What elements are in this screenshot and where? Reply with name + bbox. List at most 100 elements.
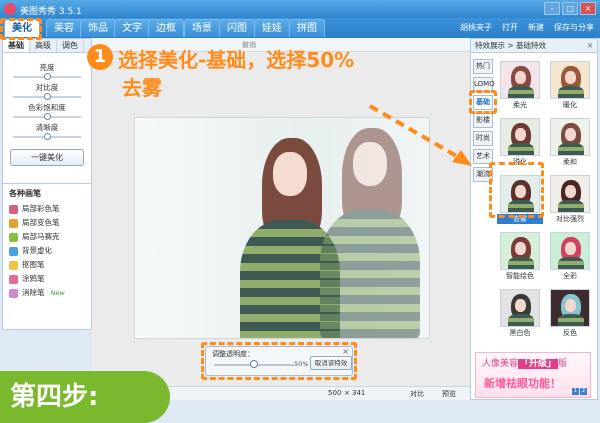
tab-changjing[interactable]: 场景 [184,19,220,37]
promo-page-2[interactable]: 2 [580,388,587,395]
annotation-arrow [368,104,472,166]
effect-thumb-7[interactable]: 全彩 [547,232,593,280]
promo-title: 人像美容 「升级」版 [482,359,568,369]
promo-page-1[interactable]: 1 [572,388,579,395]
compare-button[interactable]: 对比 [410,389,424,399]
open-button[interactable]: 打开 [502,21,518,35]
close-button[interactable]: × [580,2,596,15]
tab-wenzi[interactable]: 文字 [114,19,150,37]
one-click-beautify-button[interactable]: 一键美化 [10,149,84,166]
contrast-knob[interactable] [44,93,51,100]
effect-thumb-8[interactable]: 黑白色 [497,289,543,337]
pen-eraser[interactable]: 消除笔 New [9,286,85,300]
effect-label: 暖化 [563,101,577,109]
contrast-slider[interactable]: 对比度 [9,83,85,103]
pen-local-recolor[interactable]: 局部变色笔 [9,216,85,230]
annotation-transparency-highlight [201,342,357,380]
promo-banner[interactable]: 人像美容 「升级」版 新增祛眼功能！ 1 2 [475,352,591,398]
tab-biankuang[interactable]: 边框 [148,19,184,37]
brush-icon [9,218,18,228]
brightness-knob[interactable] [44,73,51,80]
effect-thumb-3[interactable]: 柔和 [547,118,593,166]
image-width: 500 [328,389,342,397]
effect-preview [550,61,590,99]
effect-preview [500,289,540,327]
category-hot[interactable]: 热门 [473,59,493,74]
step-number-badge: 1 [87,44,113,70]
close-icon[interactable]: × [587,39,593,53]
tab-pintu[interactable]: 拼图 [289,19,325,37]
tab-shipin[interactable]: 饰品 [80,19,116,37]
pen-background-blur[interactable]: 背景虚化 [9,244,85,258]
effect-thumb-0[interactable]: 柔光 [497,61,543,109]
effect-preview [550,118,590,156]
brightness-label: 亮度 [39,63,55,72]
saturation-knob[interactable] [44,113,51,120]
user-name[interactable]: 胡桃夹子 [460,21,492,35]
pen-doodle[interactable]: 涂鸦笔 [9,272,85,286]
subtab-color[interactable]: 调色 [57,39,84,52]
size-sep: × [344,389,350,397]
preview-button[interactable]: 预览 [442,389,456,399]
pen-mosaic[interactable]: 局部马赛克 [9,230,85,244]
effect-label: 对比强烈 [556,215,584,223]
maximize-button[interactable]: □ [562,2,578,15]
step-banner: 第四步: [0,371,170,423]
tab-meirong[interactable]: 美容 [46,19,82,37]
sharpness-knob[interactable] [44,133,51,140]
tab-wawa[interactable]: 娃娃 [254,19,290,37]
app-logo-icon [4,3,16,15]
save-share-button[interactable]: 保存与分享 [554,21,594,35]
effect-preview [500,118,540,156]
effect-label: 黑白色 [509,329,531,337]
pens-title: 各种画笔 [9,189,41,198]
effect-preview [550,232,590,270]
brush-icon [9,204,18,214]
effect-label: 柔光 [513,101,527,109]
sharpness-slider[interactable]: 清晰度 [9,123,85,143]
effect-label: 反色 [563,329,577,337]
effects-header: 特效展示 > 基础特效 × [471,39,597,53]
main-menu-bar: 美化 美容 饰品 文字 边框 场景 闪图 娃娃 拼图 胡桃夹子 打开 新建 保存… [0,18,600,38]
sharpness-label: 清晰度 [35,123,59,132]
minimize-button[interactable]: - [544,2,560,15]
annotation-thumb-highlight [489,162,544,218]
title-bar: 美图秀秀 3.5.1 - □ × [0,0,600,18]
subtab-basic[interactable]: 基础 [3,39,30,52]
promo-subtitle: 新增祛眼功能！ [484,377,561,390]
mosaic-icon [9,232,18,242]
subtab-advanced[interactable]: 高级 [30,39,57,52]
window-title: 美图秀秀 3.5.1 [20,7,82,17]
effect-thumb-9[interactable]: 反色 [547,289,593,337]
effect-preview [500,61,540,99]
effect-preview [550,175,590,213]
contrast-label: 对比度 [35,83,59,92]
new-badge: New [50,289,65,297]
tab-shantu[interactable]: 闪图 [219,19,255,37]
effect-preview [550,289,590,327]
effect-thumb-6[interactable]: 智能绘色 [497,232,543,280]
saturation-label: 色彩饱和度 [28,103,66,112]
window-controls: - □ × [544,2,596,15]
menu-right-actions: 胡桃夹子 打开 新建 保存与分享 [460,21,594,35]
pen-local-color[interactable]: 局部彩色笔 [9,202,85,216]
new-button[interactable]: 新建 [528,21,544,35]
effect-label: 柔和 [563,158,577,166]
pens-panel: 各种画笔 局部彩色笔 局部变色笔 局部马赛克 背景虚化 抠图笔 涂鸦笔 消除笔 N… [2,183,92,330]
effect-thumb-2[interactable]: 锐化 [497,118,543,166]
saturation-slider[interactable]: 色彩饱和度 [9,103,85,123]
image-height: 341 [352,389,366,397]
annotation-tab-highlight [0,18,42,40]
effect-thumb-5[interactable]: 对比强烈 [547,175,593,223]
brightness-slider[interactable]: 亮度 [9,63,85,83]
effect-thumb-1[interactable]: 暖化 [547,61,593,109]
pen-cutout[interactable]: 抠图笔 [9,258,85,272]
blur-icon [9,246,18,256]
effect-label: 全彩 [563,272,577,280]
effect-label: 智能绘色 [506,272,534,280]
scissors-icon [9,260,18,270]
adjust-subtabs: 基础 高级 调色 [3,39,91,53]
promo-pager: 1 2 [572,388,587,395]
pencil-icon [9,274,18,284]
effect-preview [500,232,540,270]
